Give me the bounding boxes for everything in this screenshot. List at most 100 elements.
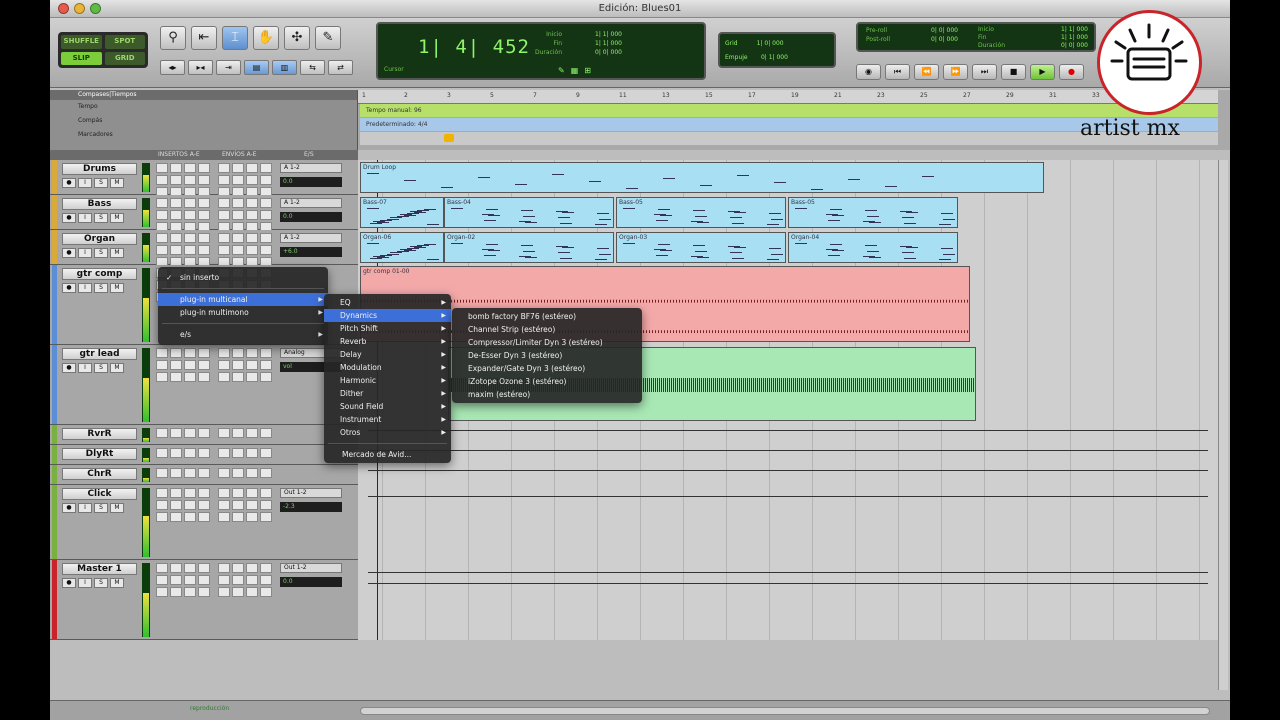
insert-slot[interactable] [184, 468, 196, 478]
send-slot[interactable] [218, 587, 230, 597]
track-header[interactable]: Master 1 ● I S M Out 1-2 0.0 [50, 560, 358, 640]
mute-button[interactable]: M [110, 503, 124, 513]
track-header[interactable]: Drums ● I S M A 1-2 0.0 [50, 160, 358, 197]
category-item-harmonic[interactable]: Harmonic ▶ [324, 374, 451, 387]
postroll-value[interactable]: 0| 0| 000 [928, 35, 958, 44]
insert-slot[interactable] [184, 233, 196, 243]
start-value[interactable]: 1| 1| 000 [566, 30, 622, 39]
output-selector[interactable]: Out 1-2 [280, 488, 342, 498]
pencil-icon[interactable]: ✎ [558, 66, 571, 75]
insert-slot[interactable] [198, 488, 210, 498]
track-name[interactable]: Click [62, 488, 137, 500]
insert-slot[interactable] [184, 163, 196, 173]
track-name[interactable]: Bass [62, 198, 137, 210]
insert-slot[interactable] [198, 512, 210, 522]
input-button[interactable]: I [78, 363, 92, 373]
send-slot[interactable] [218, 428, 230, 438]
category-item-reverb[interactable]: Reverb ▶ [324, 335, 451, 348]
send-slot[interactable] [260, 500, 272, 510]
insert-slot[interactable] [184, 175, 196, 185]
rewind-icon[interactable]: ⏪ [914, 64, 939, 80]
vertical-scrollbar[interactable] [1218, 160, 1228, 690]
midi-clip-bass[interactable]: Bass-05 [616, 197, 786, 228]
insert-slot[interactable] [184, 512, 196, 522]
category-item-pitch-shift[interactable]: Pitch Shift ▶ [324, 322, 451, 335]
plugin-item-expander-gate-dyn-3-est-reo[interactable]: Expander/Gate Dyn 3 (estéreo) [452, 362, 642, 375]
send-slot[interactable] [246, 348, 258, 358]
send-slot[interactable] [260, 488, 272, 498]
insert-slot[interactable] [170, 210, 182, 220]
send-slot[interactable] [232, 563, 244, 573]
rulers-header[interactable]: Compases|Tiempos [50, 90, 357, 100]
track-header[interactable]: DlyRt [50, 445, 358, 465]
go-to-end-icon[interactable]: ⏭ [972, 64, 997, 80]
send-slot[interactable] [246, 372, 258, 382]
preroll-value[interactable]: 0| 0| 000 [928, 26, 958, 35]
send-slot[interactable] [260, 428, 272, 438]
track-header[interactable]: gtr lead ● I S M Analog vol [50, 345, 358, 425]
trim-tool-icon[interactable]: ⇤ [191, 26, 217, 50]
track-header[interactable]: Bass ● I S M A 1-2 0.0 [50, 195, 358, 232]
input-button[interactable]: I [78, 578, 92, 588]
send-slot[interactable] [246, 245, 258, 255]
nudge-row[interactable]: Empuje 0| 1| 000 [725, 51, 829, 65]
send-slot[interactable] [232, 233, 244, 243]
send-slot[interactable] [218, 175, 230, 185]
input-button[interactable]: I [78, 503, 92, 513]
insert-slot[interactable] [198, 587, 210, 597]
marker-icon[interactable] [444, 134, 454, 142]
plugin-item-compressor-limiter-dyn-3-est-reo[interactable]: Compressor/Limiter Dyn 3 (estéreo) [452, 336, 642, 349]
insert-slot[interactable] [198, 428, 210, 438]
rec-button[interactable]: ● [62, 503, 76, 513]
midi-clip-organ[interactable]: Organ-02 [444, 232, 614, 263]
send-slot[interactable] [232, 575, 244, 585]
insert-slot[interactable] [170, 563, 182, 573]
online-button-icon[interactable]: ◉ [856, 64, 881, 80]
input-button[interactable]: I [78, 283, 92, 293]
send-slot[interactable] [218, 348, 230, 358]
send-slot[interactable] [218, 210, 230, 220]
mute-button[interactable]: M [110, 363, 124, 373]
insert-slot[interactable] [156, 360, 168, 370]
track-name[interactable]: Organ [62, 233, 137, 245]
insert-slot[interactable] [156, 448, 168, 458]
insert-slot[interactable] [184, 563, 196, 573]
send-slot[interactable] [246, 563, 258, 573]
insert-slot[interactable] [156, 512, 168, 522]
send-slot[interactable] [246, 210, 258, 220]
insert-slot[interactable] [198, 563, 210, 573]
send-slot[interactable] [260, 348, 272, 358]
insert-slot[interactable] [156, 198, 168, 208]
insert-slot[interactable] [198, 575, 210, 585]
plugin-item-izotope-ozone-3-est-reo[interactable]: iZotope Ozone 3 (estéreo) [452, 375, 642, 388]
bars-ruler[interactable]: 12357911131517192123252729313335 [358, 90, 1218, 104]
return-to-zero-icon[interactable]: ⏮ [885, 64, 910, 80]
insert-slot[interactable] [184, 198, 196, 208]
track-header[interactable]: ChrR [50, 465, 358, 485]
send-slot[interactable] [232, 448, 244, 458]
insert-slot[interactable] [170, 575, 182, 585]
volume-display[interactable]: +6.0 [280, 247, 342, 257]
insert-slot[interactable] [198, 175, 210, 185]
insert-slot[interactable] [170, 198, 182, 208]
insert-slot[interactable] [198, 360, 210, 370]
insert-slot[interactable] [184, 360, 196, 370]
solo-button[interactable]: S [94, 248, 108, 258]
insert-slot[interactable] [170, 428, 182, 438]
send-slot[interactable] [218, 488, 230, 498]
category-item-instrument[interactable]: Instrument ▶ [324, 413, 451, 426]
send-slot[interactable] [232, 175, 244, 185]
send-slot[interactable] [260, 233, 272, 243]
plugin-item-channel-strip-est-reo[interactable]: Channel Strip (estéreo) [452, 323, 642, 336]
track-header[interactable]: RvrR [50, 425, 358, 445]
midi-clip-drums[interactable]: Drum Loop [360, 162, 1044, 193]
send-slot[interactable] [218, 198, 230, 208]
send-slot[interactable] [218, 372, 230, 382]
send-slot[interactable] [260, 198, 272, 208]
insert-slot[interactable] [198, 163, 210, 173]
menu-item-multimono[interactable]: plug-in multimono ▶ [158, 306, 328, 319]
plugin-item-bomb-factory-bf76-est-reo[interactable]: bomb factory BF76 (estéreo) [452, 310, 642, 323]
zoom-tool-icon[interactable]: ⚲ [160, 26, 186, 50]
mute-button[interactable]: M [110, 213, 124, 223]
insert-slot[interactable] [170, 360, 182, 370]
